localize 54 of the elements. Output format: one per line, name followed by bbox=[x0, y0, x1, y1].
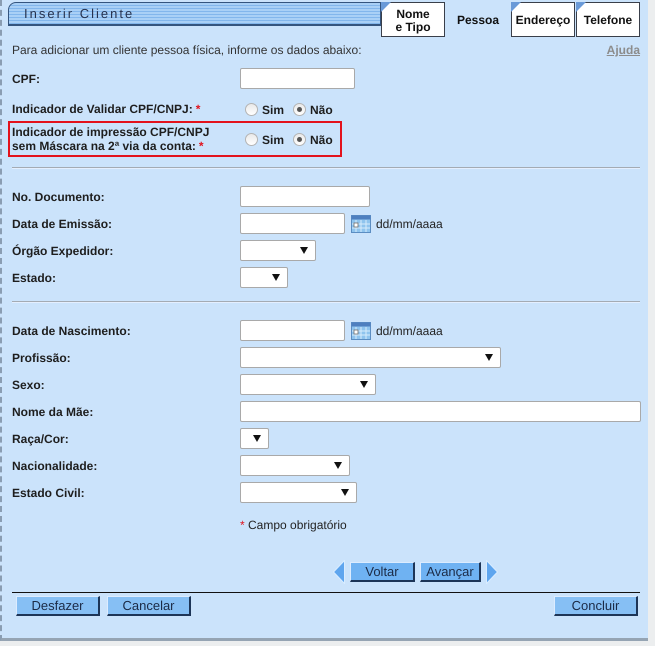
field-label: Raça/Cor: bbox=[12, 432, 69, 446]
dropdown[interactable] bbox=[240, 428, 269, 449]
radio-button[interactable] bbox=[293, 102, 306, 116]
caret-icon bbox=[300, 247, 308, 254]
field-label: Sexo: bbox=[12, 378, 45, 392]
tab[interactable]: Nome e Tipo bbox=[381, 2, 445, 37]
field-label: Estado Civil: bbox=[12, 486, 85, 500]
radio-button[interactable] bbox=[245, 132, 258, 146]
tab[interactable]: Pessoa bbox=[446, 2, 510, 37]
calendar-icon[interactable] bbox=[351, 322, 371, 340]
required-field-note: * Campo obrigatório bbox=[240, 518, 347, 532]
field-label: CPF: bbox=[12, 72, 40, 86]
field-label: Indicador de Validar CPF/CNPJ: * bbox=[12, 102, 200, 116]
field-label: Nome da Mãe: bbox=[12, 404, 94, 418]
radio-label: Sim bbox=[262, 132, 284, 147]
text-input[interactable] bbox=[240, 68, 355, 89]
radio-label: Não bbox=[310, 132, 333, 147]
calendar-icon[interactable] bbox=[351, 214, 371, 232]
text-input[interactable] bbox=[240, 401, 641, 422]
back-button[interactable]: Voltar bbox=[350, 562, 415, 582]
radio-label: Sim bbox=[262, 102, 284, 117]
dropdown[interactable] bbox=[240, 267, 288, 288]
field-label: Data de Emissão: bbox=[12, 216, 112, 230]
caret-icon bbox=[360, 381, 368, 388]
arrow-right-icon[interactable] bbox=[486, 560, 498, 584]
caret-icon bbox=[341, 489, 349, 496]
caret-icon bbox=[272, 274, 280, 281]
caret-icon bbox=[253, 435, 261, 442]
field-label: Data de Nascimento: bbox=[12, 324, 131, 338]
action-button[interactable]: Cancelar bbox=[107, 596, 191, 616]
action-button[interactable]: Concluir bbox=[554, 596, 638, 616]
date-input[interactable] bbox=[240, 213, 345, 234]
radio-button[interactable] bbox=[293, 132, 306, 146]
tab[interactable]: Endereço bbox=[511, 2, 575, 37]
tab[interactable]: Telefone bbox=[576, 2, 640, 37]
field-label: Nacionalidade: bbox=[12, 458, 98, 472]
text-input[interactable] bbox=[240, 186, 370, 207]
next-button[interactable]: Avançar bbox=[420, 562, 481, 582]
arrow-left-icon[interactable] bbox=[333, 560, 345, 584]
field-label: Órgão Expedidor: bbox=[12, 244, 114, 258]
date-format-hint: dd/mm/aaaa bbox=[376, 324, 443, 338]
field-label: No. Documento: bbox=[12, 190, 105, 204]
date-input[interactable] bbox=[240, 320, 345, 341]
radio-button[interactable] bbox=[245, 102, 258, 116]
instruction-text: Para adicionar um cliente pessoa física, informe os dados abaixo: bbox=[12, 43, 362, 57]
caret-icon bbox=[485, 354, 493, 361]
radio-label: Não bbox=[310, 102, 333, 117]
field-label: Profissão: bbox=[12, 350, 71, 364]
field-label: Indicador de impressão CPF/CNPJ sem Máscara na 2ª via da conta: * bbox=[12, 125, 210, 153]
title-bar: Inserir Cliente bbox=[8, 2, 381, 26]
field-label: Estado: bbox=[12, 270, 56, 284]
caret-icon bbox=[334, 462, 342, 469]
date-format-hint: dd/mm/aaaa bbox=[376, 216, 443, 230]
action-button[interactable]: Desfazer bbox=[16, 596, 100, 616]
